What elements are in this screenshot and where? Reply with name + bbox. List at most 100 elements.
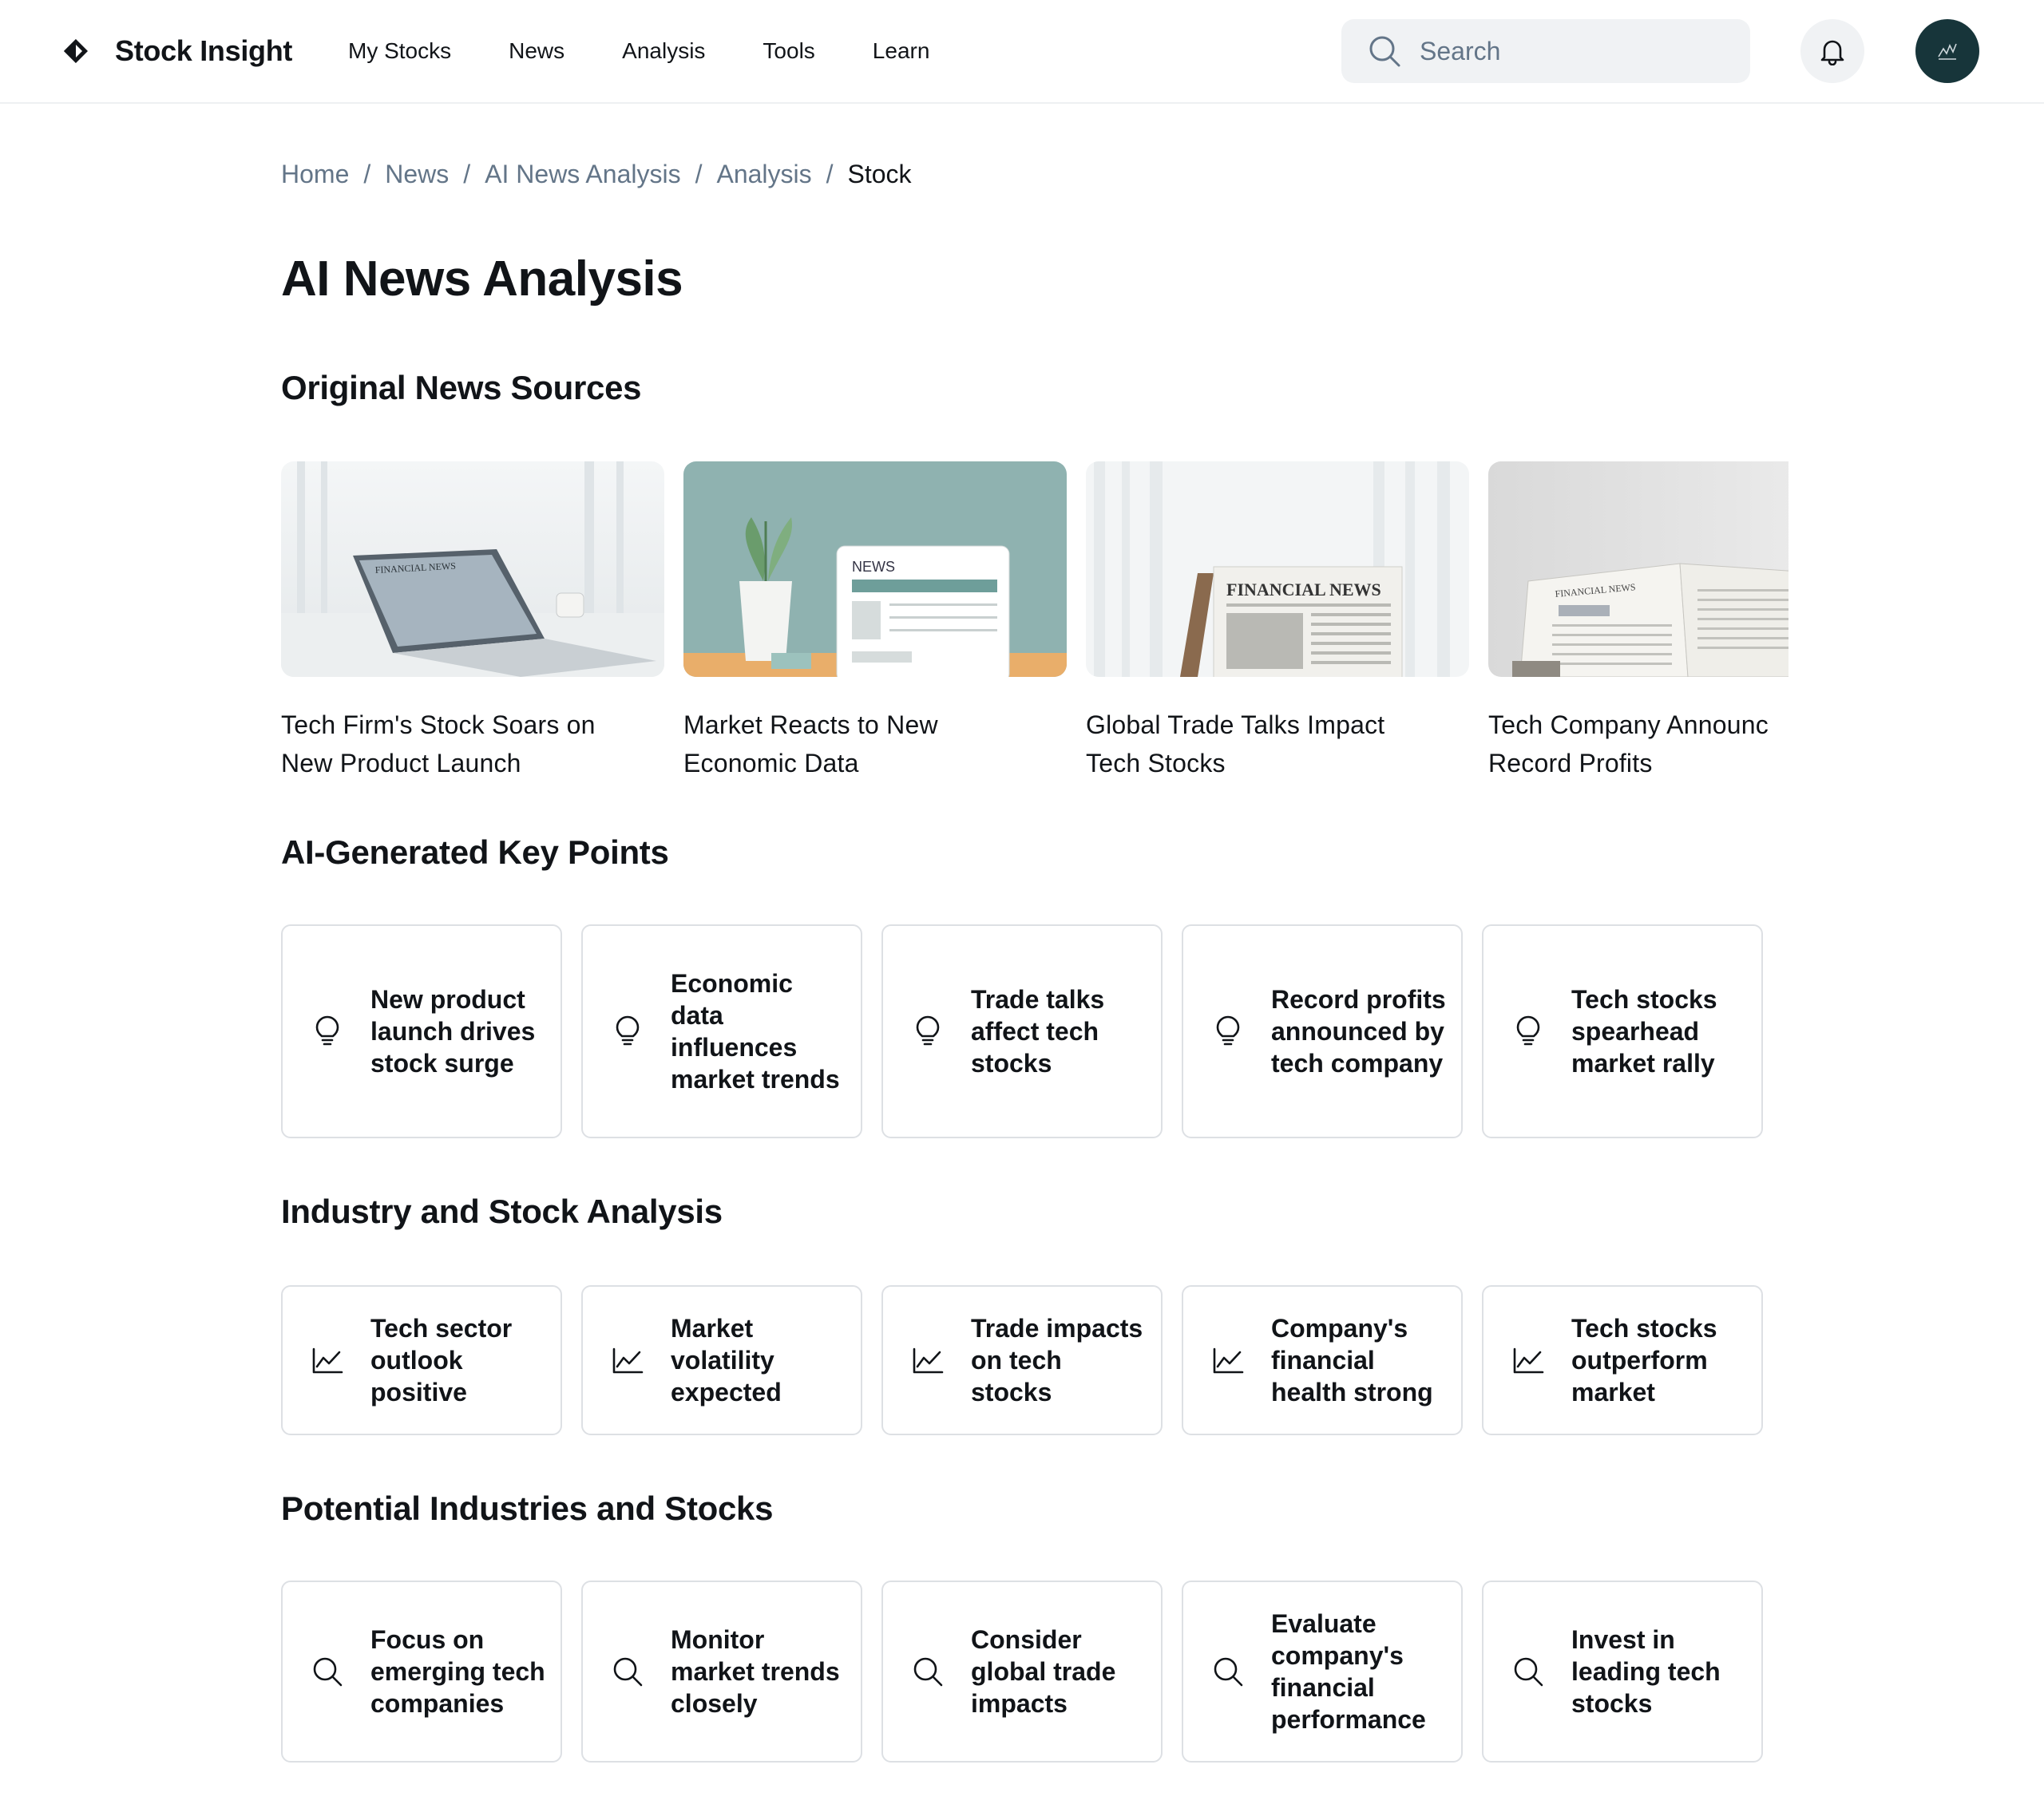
nav-item-learn[interactable]: Learn	[873, 38, 930, 64]
lightbulb-icon	[616, 1015, 640, 1046]
chart-line-icon	[612, 1347, 644, 1374]
top-navigation-bar: Stock Insight My Stocks News Analysis To…	[0, 0, 2044, 104]
breadcrumb-separator: /	[363, 160, 371, 188]
lightbulb-icon	[315, 1015, 339, 1046]
news-card[interactable]: FINANCIAL NEWS Global Trade Talks Impact…	[1086, 461, 1469, 781]
breadcrumb-analysis[interactable]: Analysis	[716, 160, 811, 189]
nav-item-analysis[interactable]: Analysis	[622, 38, 705, 64]
key-point-card[interactable]: Tech stocks spearhead market rally	[1482, 924, 1763, 1138]
section-title-news: Original News Sources	[281, 369, 642, 406]
analysis-text: Tech stocks outperform market	[1571, 1314, 1717, 1407]
news-title-line: Market Reacts to New	[683, 710, 938, 739]
suggestion-card[interactable]: Invest in leading tech stocks	[1482, 1581, 1763, 1763]
avatar-logo-icon	[1938, 43, 1957, 60]
news-thumbnail-image: FINANCIAL NEWS	[1488, 461, 1788, 677]
news-title-line: Record Profits	[1488, 749, 1653, 777]
nav-item-news[interactable]: News	[509, 38, 564, 64]
key-point-text: New product launch drives stock surge	[370, 985, 536, 1078]
breadcrumb-separator: /	[826, 160, 834, 188]
search-icon	[913, 1657, 943, 1687]
notifications-button[interactable]	[1800, 19, 1864, 83]
nav-item-my-stocks[interactable]: My Stocks	[348, 38, 451, 64]
suggestion-card[interactable]: Focus on emerging tech companies	[281, 1581, 562, 1763]
breadcrumb-separator: /	[695, 160, 703, 188]
search-box[interactable]	[1341, 19, 1750, 83]
news-card[interactable]: FINANCIAL NEWS Tech Firm's Stock Soars o…	[281, 461, 664, 781]
main-nav: My Stocks News Analysis Tools Learn	[348, 32, 987, 70]
key-point-card[interactable]: Economic data influences market trends	[581, 924, 862, 1138]
suggestion-text: Evaluate company's financial performance	[1271, 1609, 1426, 1734]
svg-text:FINANCIAL NEWS: FINANCIAL NEWS	[1226, 580, 1381, 599]
key-point-text: Trade talks affect tech stocks	[971, 985, 1105, 1078]
news-thumbnail-image: NEWS	[683, 461, 1067, 677]
svg-text:NEWS: NEWS	[852, 559, 895, 575]
suggestion-card[interactable]: Consider global trade impacts	[881, 1581, 1163, 1763]
search-icon	[1214, 1657, 1243, 1687]
search-icon	[1514, 1657, 1543, 1687]
search-input[interactable]	[1420, 36, 1723, 66]
analysis-card[interactable]: Tech sector outlook positive	[281, 1285, 562, 1435]
news-title: Global Trade Talks Impact Tech Stocks	[1086, 706, 1469, 781]
section-title-potential: Potential Industries and Stocks	[281, 1490, 774, 1527]
analysis-card[interactable]: Tech stocks outperform market	[1482, 1285, 1763, 1435]
lightbulb-icon	[1516, 1015, 1540, 1046]
suggestion-card[interactable]: Monitor market trends closely	[581, 1581, 862, 1763]
analysis-text: Tech sector outlook positive	[370, 1314, 513, 1407]
news-title: Market Reacts to New Economic Data	[683, 706, 1067, 781]
section-title-industry: Industry and Stock Analysis	[281, 1193, 723, 1230]
breadcrumb-separator: /	[463, 160, 471, 188]
search-icon	[1369, 36, 1400, 67]
key-point-text: Economic data influences market trends	[671, 969, 840, 1094]
analysis-text: Market volatility expected	[671, 1314, 782, 1407]
page-title: AI News Analysis	[281, 251, 683, 307]
analysis-card[interactable]: Company's financial health strong	[1182, 1285, 1463, 1435]
news-title-line: Economic Data	[683, 749, 859, 777]
suggestion-card[interactable]: Evaluate company's financial performance	[1182, 1581, 1463, 1763]
brand[interactable]: Stock Insight	[62, 29, 292, 73]
nav-item-tools[interactable]: Tools	[763, 38, 814, 64]
news-card[interactable]: NEWS Market Reacts to New Economic Data	[683, 461, 1067, 781]
news-title: Tech Company Announc Record Profits	[1488, 706, 1788, 781]
key-point-card[interactable]: Record profits announced by tech company	[1182, 924, 1463, 1138]
breadcrumb: Home / News / AI News Analysis / Analysi…	[281, 160, 912, 189]
bell-icon	[1820, 40, 1844, 65]
chart-line-icon	[1513, 1347, 1544, 1374]
key-point-card[interactable]: New product launch drives stock surge	[281, 924, 562, 1138]
chart-line-icon	[1213, 1347, 1244, 1374]
lightbulb-icon	[1216, 1015, 1240, 1046]
diamond-logo-icon	[64, 39, 88, 63]
brand-name: Stock Insight	[115, 34, 293, 67]
key-point-card[interactable]: Trade talks affect tech stocks	[881, 924, 1163, 1138]
analysis-card[interactable]: Trade impacts on tech stocks	[881, 1285, 1163, 1435]
chart-line-icon	[913, 1347, 944, 1374]
chart-line-icon	[312, 1347, 343, 1374]
suggestion-text: Monitor market trends closely	[671, 1625, 840, 1718]
news-title-line: Tech Stocks	[1086, 749, 1226, 777]
suggestion-text: Invest in leading tech stocks	[1571, 1625, 1721, 1718]
news-card[interactable]: FINANCIAL NEWS Tech Company Announc Reco…	[1488, 461, 1788, 781]
search-icon	[313, 1657, 343, 1687]
analysis-text: Trade impacts on tech stocks	[971, 1314, 1143, 1407]
news-title-line: Global Trade Talks Impact	[1086, 710, 1385, 739]
news-title-line: Tech Firm's Stock Soars on	[281, 710, 596, 739]
search-icon	[613, 1657, 643, 1687]
news-thumbnail-image: FINANCIAL NEWS	[281, 461, 664, 677]
breadcrumb-news[interactable]: News	[385, 160, 449, 189]
lightbulb-icon	[916, 1015, 940, 1046]
suggestion-text: Consider global trade impacts	[971, 1625, 1116, 1718]
news-title-line: New Product Launch	[281, 749, 521, 777]
breadcrumb-stock: Stock	[847, 160, 912, 188]
breadcrumb-home[interactable]: Home	[281, 160, 349, 189]
suggestion-text: Focus on emerging tech companies	[370, 1625, 545, 1718]
analysis-card[interactable]: Market volatility expected	[581, 1285, 862, 1435]
key-point-text: Tech stocks spearhead market rally	[1571, 985, 1717, 1078]
key-point-text: Record profits announced by tech company	[1271, 985, 1446, 1078]
breadcrumb-ai-news-analysis[interactable]: AI News Analysis	[485, 160, 680, 189]
news-carousel: FINANCIAL NEWS Tech Firm's Stock Soars o…	[281, 461, 1788, 781]
user-avatar[interactable]	[1915, 19, 1979, 83]
news-title: Tech Firm's Stock Soars on New Product L…	[281, 706, 664, 781]
section-title-key-points: AI-Generated Key Points	[281, 833, 669, 871]
analysis-text: Company's financial health strong	[1271, 1314, 1433, 1407]
news-title-line: Tech Company Announc	[1488, 710, 1769, 739]
news-thumbnail-image: FINANCIAL NEWS	[1086, 461, 1469, 677]
